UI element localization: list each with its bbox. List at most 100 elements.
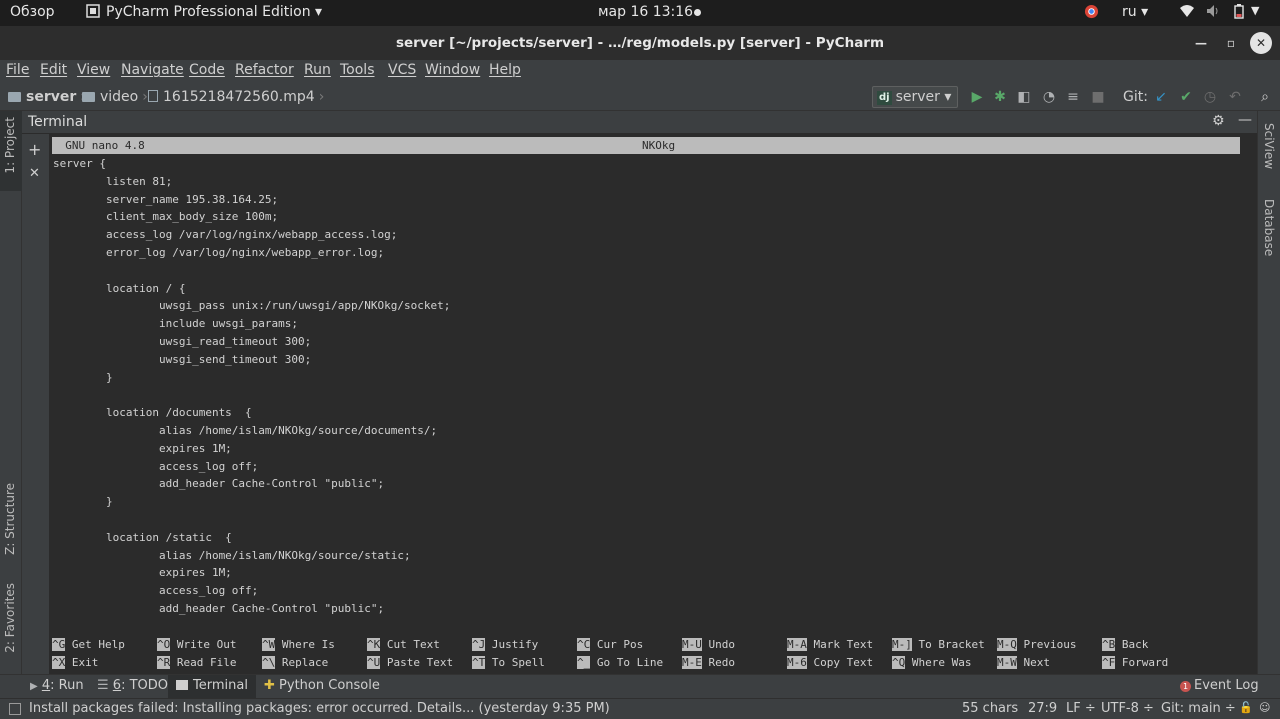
run-tool-tab[interactable]: ▶ 4: Run xyxy=(30,678,84,693)
menu-edit[interactable]: Edit xyxy=(40,62,67,78)
breadcrumb-folder[interactable]: video › xyxy=(82,89,148,105)
terminal-side-toolbar: + ✕ xyxy=(22,134,49,674)
activities-overview[interactable]: Обзор xyxy=(10,4,55,20)
keyboard-layout[interactable]: ru ▾ xyxy=(1122,4,1148,20)
git-label: Git: xyxy=(1123,89,1148,105)
volume-icon[interactable] xyxy=(1206,4,1221,20)
nano-shortcut: M-] To Bracket xyxy=(892,638,985,651)
battery-icon[interactable] xyxy=(1234,4,1244,21)
inspector-icon[interactable]: ☺ xyxy=(1259,701,1270,714)
file-encoding[interactable]: UTF-8 ÷ xyxy=(1101,701,1154,716)
nano-shortcut: ^K Cut Text xyxy=(367,638,440,651)
shortcut-key: ^U xyxy=(367,656,381,669)
settings-gear-icon[interactable]: ⚙ xyxy=(1212,113,1225,129)
code-line: location / { xyxy=(53,281,186,295)
clock[interactable]: мар 16 13:16 xyxy=(598,4,693,20)
menu-file[interactable]: File xyxy=(6,62,29,78)
shortcut-key: ^\ xyxy=(262,656,276,669)
code-line: access_log off; xyxy=(53,584,259,598)
todo-tool-tab[interactable]: ☰ 6: TODO xyxy=(97,678,168,693)
git-branch[interactable]: Git: main ÷ xyxy=(1161,701,1236,716)
line-separator[interactable]: LF ÷ xyxy=(1066,701,1096,716)
system-menu-chevron-icon[interactable]: ▼ xyxy=(1251,4,1259,17)
shortcut-label: Replace xyxy=(281,656,329,669)
code-line: add_header Cache-Control "public"; xyxy=(53,601,385,615)
shortcut-key: M-E xyxy=(682,656,702,669)
project-tool-tab[interactable]: 1: Project xyxy=(0,111,22,191)
chrome-icon[interactable] xyxy=(1084,4,1099,21)
navigation-bar: server› video› 1615218472560.mp4› djserv… xyxy=(0,84,1280,111)
shortcut-key: M-U xyxy=(682,638,702,651)
terminal-tool-tab[interactable]: Terminal xyxy=(168,675,256,698)
code-line: alias /home/islam/NKOkg/source/documents… xyxy=(53,423,438,437)
close-icon[interactable]: ✕ xyxy=(1250,32,1272,54)
structure-tool-tab[interactable]: Z: Structure xyxy=(0,481,22,566)
nano-shortcut: ^R Read File xyxy=(157,656,236,669)
bottom-tool-bar: ▶ 4: Run ☰ 6: TODO Terminal ✚ Python Con… xyxy=(0,674,1280,698)
shortcut-key: ^X xyxy=(52,656,66,669)
minimize-icon[interactable]: — xyxy=(1190,32,1212,54)
nano-shortcut: ^J Justify xyxy=(472,638,538,651)
code-line: include uwsgi_params; xyxy=(53,317,299,331)
sciview-tool-tab[interactable]: SciView xyxy=(1262,123,1276,169)
nano-shortcut: ^T To Spell xyxy=(472,656,545,669)
run-with-coverage-icon[interactable]: ◧ xyxy=(1015,88,1033,106)
shortcut-label: Cur Pos xyxy=(596,638,644,651)
shortcut-key: ^R xyxy=(157,656,171,669)
menu-vcs[interactable]: VCS xyxy=(388,62,416,78)
breadcrumb-project[interactable]: server› xyxy=(8,89,86,105)
shortcut-label: Previous xyxy=(1023,638,1077,651)
favorites-tool-tab[interactable]: 2: Favorites xyxy=(0,581,22,669)
hide-panel-icon[interactable]: — xyxy=(1238,112,1252,128)
menu-code[interactable]: Code xyxy=(189,62,225,78)
django-icon: dj xyxy=(877,91,892,105)
python-console-tool-tab[interactable]: ✚ Python Console xyxy=(264,678,380,693)
shortcut-label: Get Help xyxy=(71,638,125,651)
git-commit-icon[interactable]: ✔ xyxy=(1177,88,1195,106)
breadcrumb-file[interactable]: 1615218472560.mp4 › xyxy=(148,89,324,105)
maximize-icon[interactable]: ▫ xyxy=(1220,32,1242,54)
menu-tools[interactable]: Tools xyxy=(340,62,375,78)
toggle-tool-windows-icon[interactable] xyxy=(9,703,21,715)
status-message[interactable]: Install packages failed: Installing pack… xyxy=(29,701,610,716)
selection-chars: 55 chars xyxy=(962,701,1019,716)
menu-view[interactable]: View xyxy=(77,62,110,78)
profile-icon[interactable]: ◔ xyxy=(1040,88,1058,106)
wifi-icon[interactable] xyxy=(1179,4,1195,20)
file-content[interactable]: server { listen 81; server_name 195.38.1… xyxy=(53,155,450,618)
code-line: listen 81; xyxy=(53,174,173,188)
nano-shortcut: M-Q Previous xyxy=(997,638,1076,651)
close-session-icon[interactable]: ✕ xyxy=(29,166,40,181)
git-history-icon[interactable]: ◷ xyxy=(1201,88,1219,106)
nano-shortcut: ^W Where Is xyxy=(262,638,335,651)
run-icon[interactable]: ▶ xyxy=(968,88,986,106)
run-configuration-selector[interactable]: dj server ▾ xyxy=(872,86,958,108)
new-session-icon[interactable]: + xyxy=(28,140,41,159)
lock-icon[interactable]: 🔓 xyxy=(1239,701,1253,714)
app-menu[interactable]: PyCharm Professional Edition ▾ xyxy=(106,4,322,20)
system-top-bar: Обзор PyCharm Professional Edition ▾ мар… xyxy=(0,0,1280,26)
concurrency-diagram-icon[interactable]: ≡ xyxy=(1064,88,1082,106)
shortcut-label: Redo xyxy=(708,656,736,669)
database-tool-tab[interactable]: Database xyxy=(1262,199,1276,256)
menu-run[interactable]: Run xyxy=(304,62,331,78)
nano-shortcut: ^C Cur Pos xyxy=(577,638,643,651)
window-title: server [~/projects/server] - …/reg/model… xyxy=(395,35,885,51)
event-log-tool-tab[interactable]: 1 Event Log xyxy=(1180,678,1259,693)
menu-window[interactable]: Window xyxy=(425,62,480,78)
caret-position[interactable]: 27:9 xyxy=(1028,701,1057,716)
menu-navigate[interactable]: Navigate xyxy=(121,62,184,78)
menu-refactor[interactable]: Refactor xyxy=(235,62,294,78)
terminal-output[interactable]: GNU nano 4.8 NKOkg server { listen 81; s… xyxy=(49,134,1257,674)
stop-icon[interactable]: ■ xyxy=(1089,88,1107,106)
menu-help[interactable]: Help xyxy=(489,62,521,78)
search-everywhere-icon[interactable]: ⌕ xyxy=(1256,88,1274,106)
nano-shortcut: M-W Next xyxy=(997,656,1050,669)
nano-filename: NKOkg xyxy=(642,139,676,152)
nano-shortcut: M-U Undo xyxy=(682,638,735,651)
debug-icon[interactable]: ✱ xyxy=(991,88,1009,106)
shortcut-label: Where Is xyxy=(281,638,335,651)
git-update-icon[interactable]: ↙ xyxy=(1152,88,1170,106)
git-rollback-icon[interactable]: ↶ xyxy=(1226,88,1244,106)
shortcut-label: Copy Text xyxy=(813,656,874,669)
